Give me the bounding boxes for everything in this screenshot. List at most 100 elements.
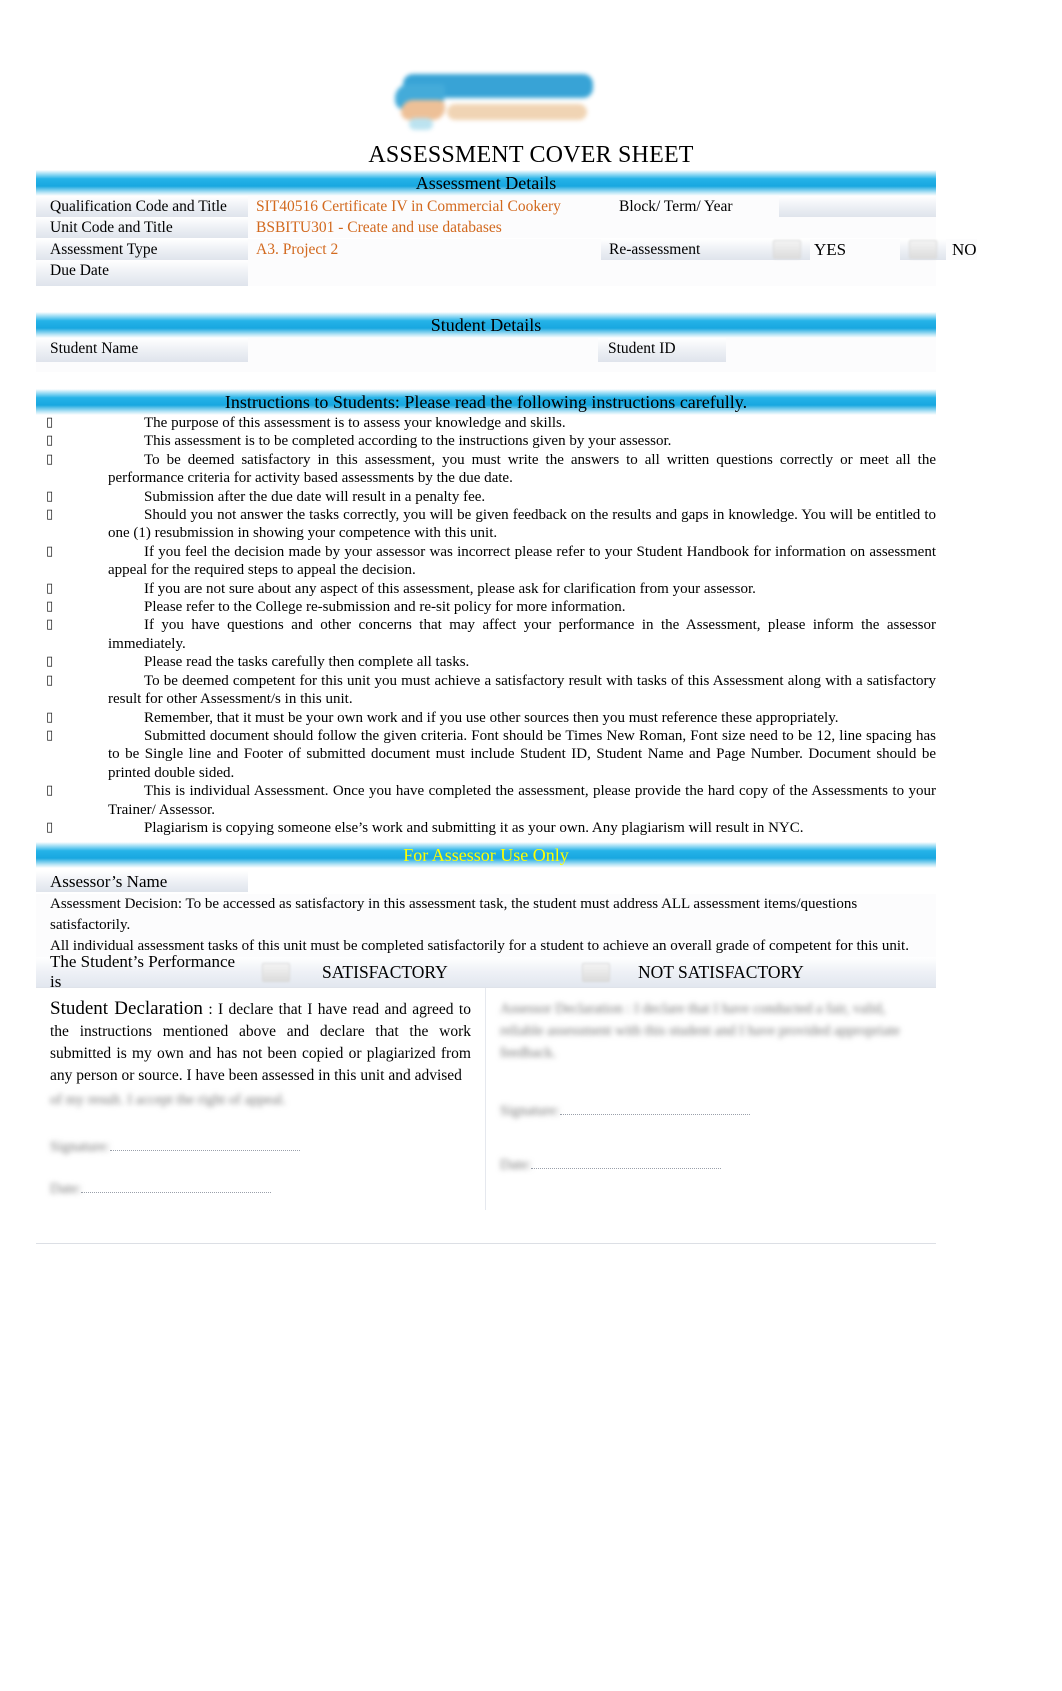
list-item-text: Submitted document should follow the giv… [108, 727, 936, 781]
assessment-type-value: A3. Project 2 [248, 238, 601, 260]
table-row: Qualification Code and Title SIT40516 Ce… [36, 196, 936, 217]
assessment-cover-sheet-page: ASSESSMENT COVER SHEET Assessment Detail… [0, 0, 1062, 1691]
assessment-type-label: Assessment Type [36, 238, 248, 260]
assessor-signature-line[interactable]: Signature: [500, 1100, 750, 1122]
list-item: ▯ This is individual Assessment. Once you… [36, 782, 936, 819]
list-item-text: Plagiarism is copying someone else’s wor… [144, 819, 804, 836]
student-declaration-block: Student Declaration : I declare that I h… [36, 988, 486, 1210]
student-name-label: Student Name [36, 338, 248, 362]
student-signature-input[interactable] [109, 1150, 300, 1151]
bullet-icon: ▯ [46, 451, 54, 467]
student-details-spacer [36, 362, 936, 372]
re-assessment-yes-checkbox[interactable] [764, 238, 810, 260]
assessor-signature-input[interactable] [559, 1114, 750, 1115]
bullet-icon: ▯ [46, 599, 54, 615]
block-term-year-label: Block/ Term/ Year [601, 196, 779, 217]
performance-label: The Student’s Performance is [50, 952, 236, 991]
bullet-icon: ▯ [46, 783, 54, 799]
list-item-text: Please read the tasks carefully then com… [144, 654, 470, 671]
student-declaration-text: Student Declaration : I declare that I h… [50, 998, 471, 1087]
satisfactory-checkbox[interactable] [248, 962, 304, 983]
bullet-icon: ▯ [46, 488, 54, 504]
table-row: Student Name Student ID [36, 338, 936, 362]
checkbox-icon [262, 963, 290, 983]
bullet-icon: ▯ [46, 727, 54, 743]
list-item-text: This assessment is to be completed accor… [144, 433, 672, 450]
bullet-icon: ▯ [46, 654, 54, 670]
student-details-header: Student Details [36, 312, 936, 338]
page-bottom-divider [36, 1243, 936, 1244]
checkbox-icon [773, 240, 801, 260]
table-row: Assessment Type A3. Project 2 Re-assessm… [36, 238, 977, 260]
bullet-icon: ▯ [46, 543, 54, 559]
list-item: ▯ Submission after the due date will resu… [36, 488, 936, 506]
table-row: Assessor’s Name [36, 868, 936, 894]
bullet-icon: ▯ [46, 672, 54, 688]
assessor-declaration-text: Assessor Declaration : I declare that I … [500, 1001, 900, 1061]
due-date-label: Due Date [36, 260, 248, 286]
satisfactory-label: SATISFACTORY [322, 961, 448, 982]
re-assessment-no-label: NO [946, 238, 977, 260]
list-item: ▯ The purpose of this assessment is to as… [36, 414, 936, 432]
logo-shape-tan-accent [401, 100, 445, 120]
list-item-text: The purpose of this assessment is to ass… [144, 415, 566, 431]
list-item: ▯ Please refer to the College re-submissi… [36, 598, 936, 616]
student-id-label: Student ID [598, 338, 726, 362]
student-declaration-tail: of my result. I accept the right of appe… [50, 1092, 286, 1108]
assessor-date-label: Date: [500, 1157, 532, 1173]
student-date-label: Date: [50, 1181, 82, 1197]
bullet-icon: ▯ [46, 617, 54, 633]
student-details-section: Student Details Student Name Student ID [36, 312, 936, 372]
student-declaration-title: Student Declaration [50, 998, 203, 1019]
instructions-section-header: Instructions to Students: Please read th… [36, 389, 936, 415]
instructions-list: ▯ The purpose of this assessment is to as… [36, 414, 936, 837]
table-row: Due Date [36, 260, 936, 286]
logo-shape-dot [409, 118, 433, 130]
list-item-text: If you are not sure about any aspect of … [144, 580, 756, 597]
assessor-name-label: Assessor’s Name [36, 870, 248, 892]
list-item-text: If you have questions and other concerns… [108, 617, 936, 652]
qualification-label: Qualification Code and Title [36, 196, 248, 217]
list-item: ▯ This assessment is to be completed acco… [36, 432, 936, 450]
list-item-text: If you feel the decision made by your as… [108, 543, 936, 579]
student-signature-label: Signature: [50, 1139, 110, 1155]
not-satisfactory-checkbox[interactable] [572, 962, 620, 983]
list-item: ▯ Submitted document should follow the gi… [36, 727, 936, 782]
student-date-line[interactable]: Date: [50, 1178, 272, 1200]
list-item-text: To be deemed satisfactory in this assess… [108, 451, 936, 487]
re-assessment-no-checkbox[interactable] [900, 238, 946, 260]
assessment-details-section: Assessment Details Qualification Code an… [36, 170, 977, 286]
assessor-declaration-block: Assessor Declaration : I declare that I … [486, 988, 936, 1210]
list-item: ▯ If you have questions and other concern… [36, 616, 936, 653]
unit-code-value: BSBITU301 - Create and use databases [248, 217, 936, 238]
list-item-text: To be deemed competent for this unit you… [108, 672, 936, 708]
list-item-text: Please refer to the College re-submissio… [144, 599, 626, 616]
bullet-icon: ▯ [46, 819, 54, 835]
assessor-signature-label: Signature: [500, 1103, 560, 1119]
student-id-input[interactable] [726, 338, 936, 362]
student-date-input[interactable] [81, 1192, 272, 1193]
list-item-text: Submission after the due date will resul… [144, 488, 486, 505]
unit-code-label: Unit Code and Title [36, 217, 248, 238]
assessor-date-line[interactable]: Date: [500, 1154, 722, 1176]
list-item: ▯ To be deemed satisfactory in this asses… [36, 451, 936, 488]
student-name-input[interactable] [248, 338, 598, 362]
assessment-details-header: Assessment Details [36, 170, 936, 196]
list-item: ▯ If you feel the decision made by your a… [36, 543, 936, 580]
due-date-field[interactable] [248, 260, 936, 286]
bullet-icon: ▯ [46, 433, 54, 449]
assessment-decision-paragraph-1: Assessment Decision: To be accessed as s… [36, 894, 936, 936]
list-item: ▯ Should you not answer the tasks correct… [36, 506, 936, 543]
assessor-date-input[interactable] [531, 1168, 722, 1169]
block-term-year-field[interactable] [779, 196, 936, 217]
student-signature-line[interactable]: Signature: [50, 1136, 300, 1158]
checkbox-icon [909, 240, 937, 260]
list-item: ▯ Please read the tasks carefully then co… [36, 653, 936, 671]
page-title: ASSESSMENT COVER SHEET [368, 142, 694, 168]
re-assessment-yes-label: YES [810, 238, 900, 260]
list-item: ▯ If you are not sure about any aspect of… [36, 580, 936, 598]
list-item-text: Remember, that it must be your own work … [144, 709, 839, 726]
qualification-value: SIT40516 Certificate IV in Commercial Co… [248, 196, 601, 217]
checkbox-icon [582, 963, 610, 983]
list-item-text: This is individual Assessment. Once you … [108, 783, 936, 818]
